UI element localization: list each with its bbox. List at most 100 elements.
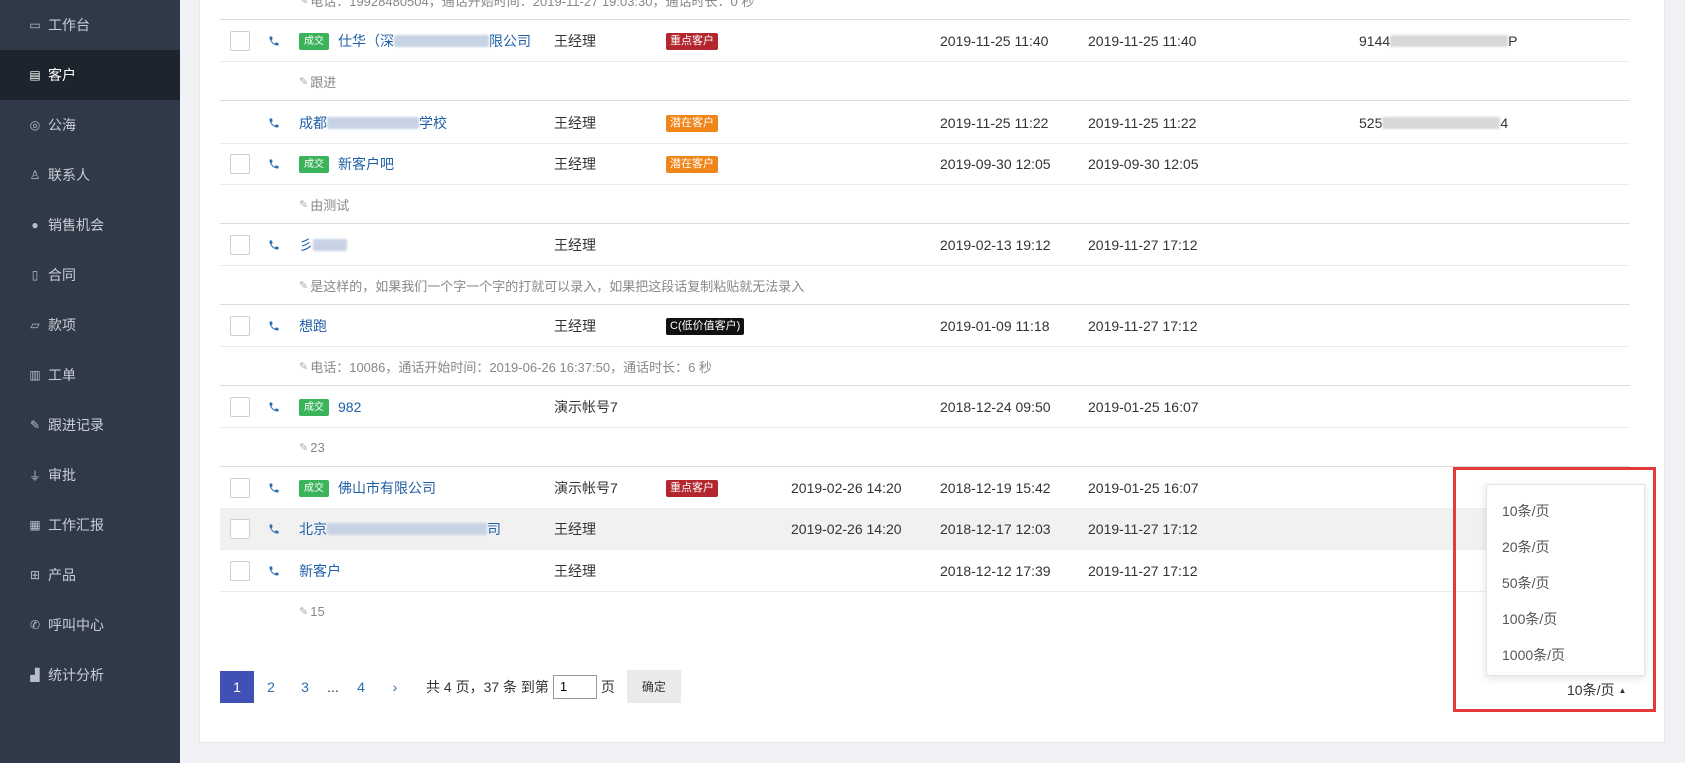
- sidebar-item-work-report[interactable]: ▦ 工作汇报: [0, 500, 180, 550]
- sidebar-item-follow-up[interactable]: ✎ 跟进记录: [0, 400, 180, 450]
- contract-icon: ▯: [31, 268, 39, 282]
- page-suffix: 页: [600, 678, 615, 695]
- table-row: 成交 新客户吧 王经理 潜在客户 2019-09-30 12:05 2019-09…: [220, 144, 1630, 185]
- next-page-icon[interactable]: ›: [378, 671, 412, 703]
- row-checkbox[interactable]: [230, 31, 250, 51]
- deal-badge: 成交: [299, 479, 329, 497]
- page-2-button[interactable]: 2: [254, 671, 288, 703]
- phone-icon[interactable]: [268, 35, 280, 47]
- page-size-option[interactable]: 100条/页: [1487, 601, 1644, 637]
- phone-icon[interactable]: [268, 239, 280, 251]
- desktop-icon: ▭: [29, 18, 41, 32]
- updated-time: 2019-01-25 16:07: [1088, 399, 1199, 415]
- sidebar-item-sales-opportunity[interactable]: ● 销售机会: [0, 200, 180, 250]
- sidebar-item-label: 工作台: [48, 17, 90, 33]
- row-checkbox[interactable]: [230, 478, 250, 498]
- page-size-option[interactable]: 50条/页: [1487, 565, 1644, 601]
- page-size-option[interactable]: 20条/页: [1487, 529, 1644, 565]
- owner: 王经理: [554, 563, 596, 579]
- sidebar-item-customer[interactable]: ▤ 客户: [0, 50, 180, 100]
- edit-icon: ✎: [299, 75, 309, 88]
- goto-page-input[interactable]: [552, 674, 597, 699]
- row-checkbox[interactable]: [230, 154, 250, 174]
- sidebar-item-label: 公海: [48, 117, 76, 133]
- sidebar-item-label: 工单: [48, 367, 76, 383]
- created-time: 2018-12-19 15:42: [940, 480, 1051, 496]
- page-size-select[interactable]: 10条/页 ▲: [1567, 680, 1626, 700]
- row-checkbox[interactable]: [230, 519, 250, 539]
- sidebar-item-label: 呼叫中心: [48, 617, 104, 633]
- sidebar-item-statistics[interactable]: ▟ 统计分析: [0, 650, 180, 700]
- table-row: 成交 仕华（深 限公司 王经理 重点客户 2019-11-25 11:40 2019…: [220, 21, 1630, 62]
- sidebar-item-label: 联系人: [48, 167, 90, 183]
- sidebar-item-label: 统计分析: [48, 667, 104, 683]
- sidebar-item-label: 产品: [48, 567, 76, 583]
- sidebar-item-public-pool[interactable]: ◎ 公海: [0, 100, 180, 150]
- list-item-note: ✎ 是这样的，如果我们一个字一个字的打就可以录入，如果把这段话复制粘贴就无法录入: [220, 266, 1630, 305]
- caret-up-icon: ▲: [1618, 685, 1627, 695]
- updated-time: 2019-11-27 17:12: [1088, 318, 1198, 334]
- customer-name-link[interactable]: 想跑: [299, 316, 327, 336]
- redacted-text: [394, 35, 489, 47]
- row-checkbox[interactable]: [230, 235, 250, 255]
- report-icon: ▦: [29, 518, 41, 532]
- table-row: 北京司 王经理 2019-02-26 14:20 2018-12-17 12:0…: [220, 509, 1630, 550]
- updated-time: 2019-01-25 16:07: [1088, 480, 1199, 496]
- customer-name-link[interactable]: 彡: [299, 235, 347, 255]
- sidebar-item-label: 销售机会: [48, 217, 104, 233]
- customer-name-link[interactable]: 成都 学校: [299, 113, 447, 133]
- sidebar-item-label: 客户: [48, 67, 76, 83]
- level-badge: C(低价值客户): [666, 317, 745, 335]
- customer-name-link[interactable]: 成交 仕华（深 限公司: [299, 31, 531, 51]
- customer-name-link[interactable]: 北京司: [299, 519, 501, 539]
- row-checkbox[interactable]: [230, 561, 250, 581]
- redacted-text: [327, 117, 419, 129]
- payment-icon: ▱: [30, 318, 40, 332]
- phone-icon[interactable]: [268, 482, 280, 494]
- row-checkbox[interactable]: [230, 397, 250, 417]
- phone-icon[interactable]: [268, 117, 280, 129]
- phone-icon[interactable]: [268, 565, 280, 577]
- sidebar-item-contact[interactable]: ♙ 联系人: [0, 150, 180, 200]
- deal-badge: 成交: [299, 398, 329, 416]
- confirm-goto-button[interactable]: 确定: [626, 670, 681, 703]
- phone-icon[interactable]: [268, 158, 280, 170]
- page-4-button[interactable]: 4: [344, 671, 378, 703]
- sidebar-item-payment[interactable]: ▱ 款项: [0, 300, 180, 350]
- customer-name-link[interactable]: 成交 新客户吧: [299, 154, 394, 174]
- total-text: 共 4 页，37 条 到第: [426, 678, 549, 695]
- phone-icon[interactable]: [268, 401, 280, 413]
- grid-icon: ⊞: [29, 568, 41, 582]
- table-row: 成交 982 演示帐号7 2018-12-24 09:50 2019-01-25 …: [220, 387, 1630, 428]
- owner: 演示帐号7: [554, 399, 618, 415]
- page-size-option[interactable]: 10条/页: [1487, 493, 1644, 529]
- customer-name-link[interactable]: 新客户: [299, 561, 341, 581]
- sidebar-item-label: 工作汇报: [48, 517, 104, 533]
- page-1-button[interactable]: 1: [220, 670, 254, 703]
- updated-time: 2019-11-27 17:12: [1088, 563, 1198, 579]
- sidebar-item-contract[interactable]: ▯ 合同: [0, 250, 180, 300]
- page-size-option[interactable]: 1000条/页: [1487, 637, 1644, 673]
- list-item-note: ✎ 跟进: [220, 62, 1630, 101]
- page-3-button[interactable]: 3: [288, 671, 322, 703]
- table-row: 想跑 王经理 C(低价值客户) 2019-01-09 11:18 2019-11…: [220, 306, 1630, 347]
- row-checkbox[interactable]: [230, 316, 250, 336]
- redacted-text: [313, 239, 347, 251]
- pagination-info: 共 4 页，37 条 到第 页: [426, 674, 615, 699]
- customer-name-link[interactable]: 成交 982: [299, 398, 361, 416]
- phone-icon[interactable]: [268, 523, 280, 535]
- customer-name-link[interactable]: 成交 佛山市有限公司: [299, 478, 436, 498]
- credit-code: 9144 P: [1359, 33, 1518, 49]
- sidebar-item-approval[interactable]: ⏚ 审批: [0, 450, 180, 500]
- page-size-value: 10条/页: [1567, 682, 1615, 698]
- sidebar-item-work-order[interactable]: ▥ 工单: [0, 350, 180, 400]
- level-badge: 重点客户: [666, 479, 718, 497]
- sidebar-item-call-center[interactable]: ✆ 呼叫中心: [0, 600, 180, 650]
- next-contact-time: 2019-02-26 14:20: [791, 480, 902, 496]
- phone-icon[interactable]: [268, 320, 280, 332]
- redacted-text: [1382, 117, 1501, 129]
- sidebar-item-product[interactable]: ⊞ 产品: [0, 550, 180, 600]
- sidebar-item-workbench[interactable]: ▭ 工作台: [0, 0, 180, 50]
- contact-icon: ♙: [29, 168, 41, 182]
- redacted-text: [1390, 35, 1509, 47]
